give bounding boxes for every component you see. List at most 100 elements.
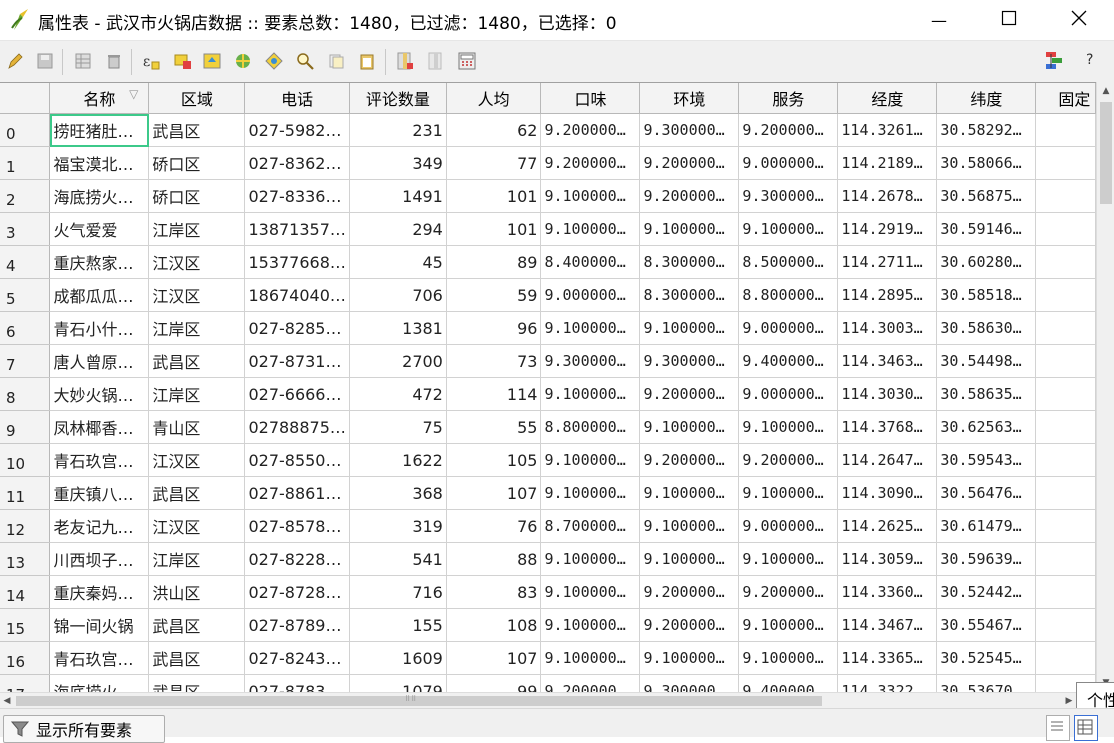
pan-to-selected-button[interactable] <box>232 50 254 72</box>
table-cell[interactable]: 9.200000… <box>639 377 740 411</box>
table-cell[interactable]: 重庆熬家… <box>49 245 150 279</box>
field-calculator-button[interactable] <box>456 50 478 72</box>
table-cell[interactable]: 294 <box>349 212 447 246</box>
table-cell[interactable]: 9.200000… <box>639 608 740 642</box>
table-cell[interactable]: 30.56875… <box>936 179 1037 213</box>
table-cell[interactable]: 武昌区 <box>148 344 246 378</box>
table-cell[interactable]: 027-8362… <box>244 146 350 180</box>
table-cell[interactable]: 107 <box>446 476 542 510</box>
column-header[interactable]: 评论数量 <box>349 83 447 114</box>
table-cell[interactable]: 55 <box>446 410 542 444</box>
save-edits-button[interactable] <box>34 50 56 72</box>
table-cell[interactable]: 18674040… <box>244 278 350 312</box>
table-cell[interactable]: 541 <box>349 542 447 576</box>
table-row[interactable]: 16 青石玖宫… 武昌区 027-8243… 1609 107 9.100000… 9.100… <box>0 641 1096 675</box>
vertical-scroll-thumb[interactable] <box>1100 102 1112 204</box>
table-cell[interactable]: 101 <box>446 212 542 246</box>
horizontal-scrollbar[interactable]: ◀ ⠿⠿ ▶ <box>0 692 1076 709</box>
table-cell[interactable]: 319 <box>349 509 447 543</box>
table-cell[interactable]: 114.3090… <box>837 476 938 510</box>
table-cell[interactable]: 9.400000… <box>738 344 839 378</box>
table-cell[interactable]: 02788875… <box>244 410 350 444</box>
table-cell[interactable]: 江汉区 <box>148 278 246 312</box>
paste-features-button[interactable] <box>356 50 378 72</box>
table-cell[interactable]: 9.100000… <box>738 410 839 444</box>
table-cell[interactable]: 青石小什… <box>49 311 150 345</box>
table-cell[interactable]: 30.62563… <box>936 410 1037 444</box>
table-cell[interactable]: 9.000000… <box>540 278 641 312</box>
table-cell[interactable]: 1609 <box>349 641 447 675</box>
table-cell[interactable]: 30.59639… <box>936 542 1037 576</box>
table-cell[interactable]: 027-5982… <box>244 113 350 147</box>
table-cell[interactable]: 9.100000… <box>738 641 839 675</box>
table-cell[interactable]: 155 <box>349 608 447 642</box>
table-cell[interactable]: 30.58518… <box>936 278 1037 312</box>
table-cell[interactable]: 武昌区 <box>148 674 246 693</box>
table-cell[interactable]: 海底捞火… <box>49 674 150 693</box>
row-header[interactable]: 17 <box>0 674 51 693</box>
table-cell[interactable] <box>1035 179 1096 213</box>
table-cell[interactable]: 江汉区 <box>148 509 246 543</box>
table-cell[interactable]: 洪山区 <box>148 575 246 609</box>
table-row[interactable]: 3 火气爱爱 江岸区 13871357… 294 101 9.100000… 9.100000… <box>0 212 1096 246</box>
table-cell[interactable]: 9.100000… <box>738 212 839 246</box>
table-cell[interactable]: 114.2625… <box>837 509 938 543</box>
table-cell[interactable] <box>1035 146 1096 180</box>
row-header[interactable]: 2 <box>0 179 51 213</box>
column-header[interactable]: 环境 <box>639 83 740 114</box>
row-header[interactable]: 0 <box>0 113 51 147</box>
table-cell[interactable]: 9.000000… <box>738 377 839 411</box>
table-row[interactable]: 12 老友记九… 江汉区 027-8578… 319 76 8.700000… 9.10000… <box>0 509 1096 543</box>
table-cell[interactable]: 川西坝子… <box>49 542 150 576</box>
table-row[interactable]: 15 锦一间火锅 武昌区 027-8789… 155 108 9.100000… 9.2000… <box>0 608 1096 642</box>
table-cell[interactable]: 30.58066… <box>936 146 1037 180</box>
table-cell[interactable]: 武昌区 <box>148 641 246 675</box>
table-cell[interactable]: 9.100000… <box>639 542 740 576</box>
deselect-all-button[interactable] <box>172 50 194 72</box>
table-cell[interactable]: 027-8285… <box>244 311 350 345</box>
table-cell[interactable]: 027-8243… <box>244 641 350 675</box>
table-cell[interactable] <box>1035 311 1096 345</box>
table-cell[interactable]: 027-8728… <box>244 575 350 609</box>
column-header[interactable]: 区域 <box>148 83 246 114</box>
table-cell[interactable]: 30.58292… <box>936 113 1037 147</box>
table-cell[interactable]: 027-8861… <box>244 476 350 510</box>
table-cell[interactable]: 368 <box>349 476 447 510</box>
table-cell[interactable]: 96 <box>446 311 542 345</box>
table-row[interactable]: 14 重庆秦妈… 洪山区 027-8728… 716 83 9.100000… 9.20000… <box>0 575 1096 609</box>
table-row[interactable]: 6 青石小什… 江岸区 027-8285… 1381 96 9.100000… 9.10000… <box>0 311 1096 345</box>
table-cell[interactable]: 武昌区 <box>148 608 246 642</box>
table-cell[interactable]: 1381 <box>349 311 447 345</box>
table-row[interactable]: 0 捞旺猪肚… 武昌区 027-5982… 231 62 9.200000… 9.300000… <box>0 113 1096 147</box>
row-header[interactable]: 13 <box>0 542 51 576</box>
table-cell[interactable]: 9.100000… <box>540 443 641 477</box>
column-header[interactable]: 纬度 <box>936 83 1037 114</box>
table-cell[interactable]: 福宝漠北… <box>49 146 150 180</box>
table-cell[interactable]: 海底捞火… <box>49 179 150 213</box>
table-cell[interactable]: 成都瓜瓜… <box>49 278 150 312</box>
table-cell[interactable]: 114.3768… <box>837 410 938 444</box>
table-cell[interactable]: 027-8578… <box>244 509 350 543</box>
table-cell[interactable]: 114.2711… <box>837 245 938 279</box>
column-header[interactable]: 服务 <box>738 83 839 114</box>
table-cell[interactable]: 027-8336… <box>244 179 350 213</box>
table-cell[interactable]: 9.100000… <box>639 212 740 246</box>
table-cell[interactable]: 凤林椰香… <box>49 410 150 444</box>
table-cell[interactable]: 30.58630… <box>936 311 1037 345</box>
table-cell[interactable]: 9.000000… <box>738 509 839 543</box>
table-cell[interactable]: 大妙火锅… <box>49 377 150 411</box>
find-button[interactable] <box>294 50 316 72</box>
table-cell[interactable]: 114.3322… <box>837 674 938 693</box>
row-header[interactable]: 14 <box>0 575 51 609</box>
table-cell[interactable]: 114.2895… <box>837 278 938 312</box>
table-cell[interactable]: 99 <box>446 674 542 693</box>
table-row[interactable]: 9 凤林椰香… 青山区 02788875… 75 55 8.800000… 9.100000…… <box>0 410 1096 444</box>
table-cell[interactable]: 9.300000… <box>639 674 740 693</box>
table-cell[interactable]: 107 <box>446 641 542 675</box>
minimize-button[interactable]: — <box>904 0 974 40</box>
table-row[interactable]: 8 大妙火锅… 江岸区 027-6666… 472 114 9.100000… 9.20000… <box>0 377 1096 411</box>
table-cell[interactable]: 114.3467… <box>837 608 938 642</box>
scroll-left-icon[interactable]: ◀ <box>0 693 14 709</box>
table-cell[interactable]: 706 <box>349 278 447 312</box>
toggle-editing-button[interactable] <box>4 50 26 72</box>
